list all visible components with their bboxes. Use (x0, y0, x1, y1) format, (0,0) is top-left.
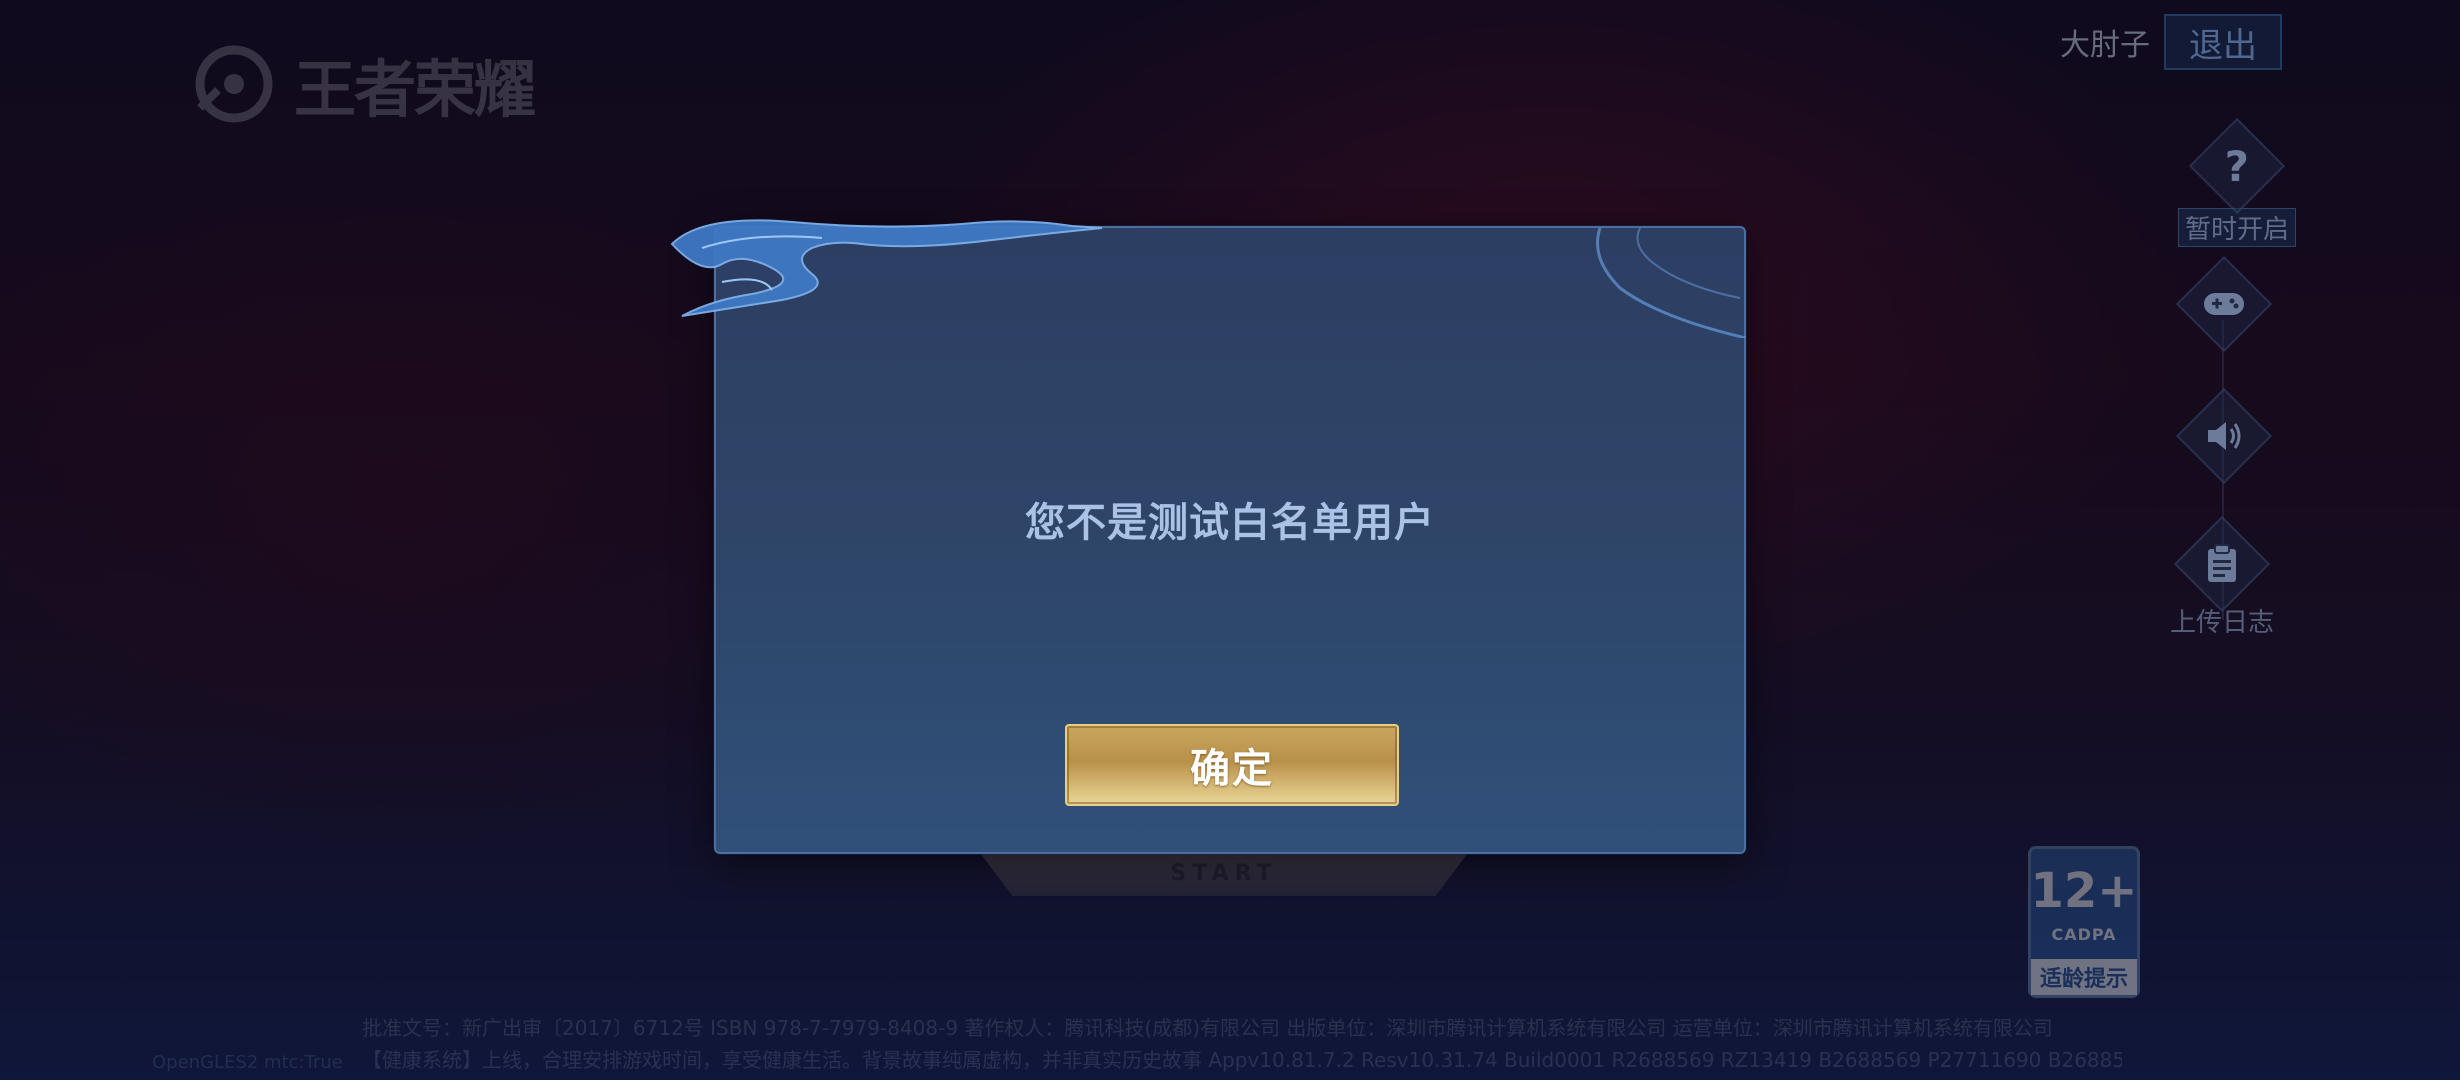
confirm-button[interactable]: 确定 (1065, 724, 1399, 806)
dialog-swirl-right-decoration (1596, 228, 1746, 338)
dialog-message: 您不是测试白名单用户 (1025, 500, 1435, 546)
dialog-swirl-left-decoration (670, 219, 1103, 317)
confirm-label: 确定 (1190, 746, 1274, 792)
